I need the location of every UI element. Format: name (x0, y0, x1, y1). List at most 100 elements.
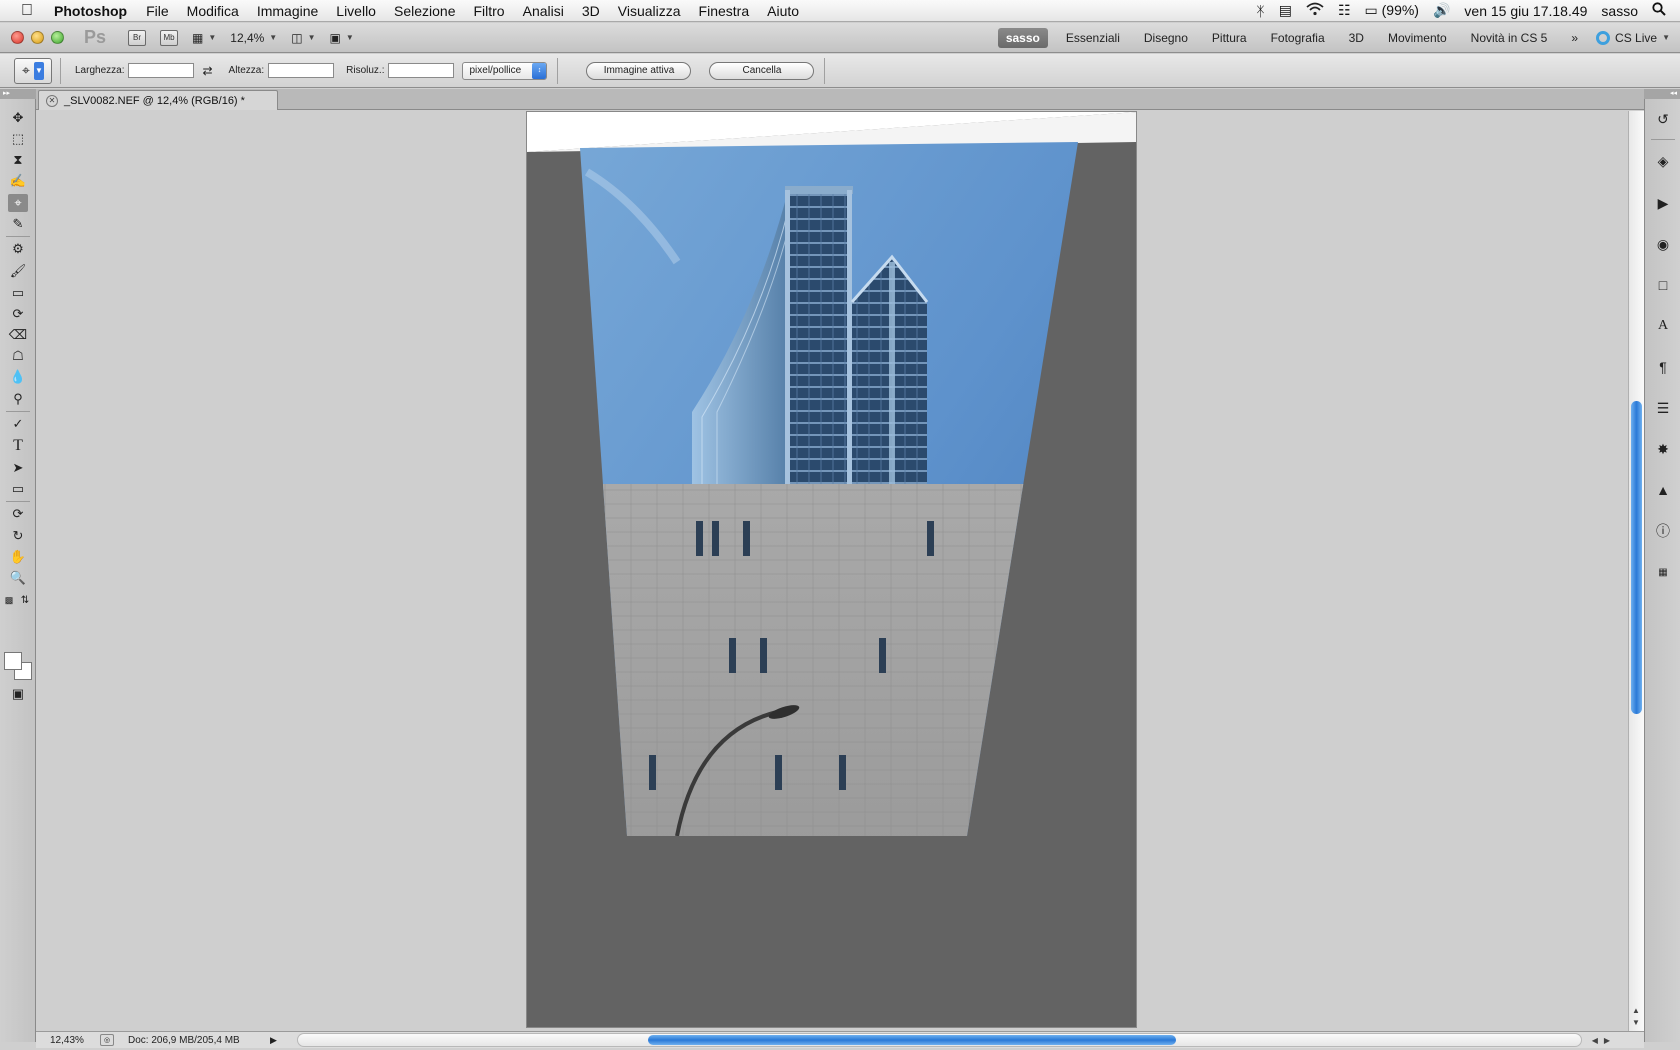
bluetooth-icon[interactable]: ᛡ (1256, 3, 1264, 19)
volume-icon[interactable]: 🔊 (1433, 2, 1450, 19)
menu-modifica[interactable]: Modifica (178, 3, 248, 19)
swap-dimensions-icon[interactable]: ⇄ (202, 64, 212, 78)
zoom-window-button[interactable] (51, 31, 64, 44)
canvas-area[interactable] (36, 111, 1628, 1031)
eyedropper-tool-icon[interactable]: ✎ (8, 215, 28, 233)
path-selection-tool-icon[interactable]: ➤ (8, 459, 28, 477)
front-image-button[interactable]: Immagine attiva (586, 61, 692, 80)
tool-preset-picker[interactable]: ⌖ ▼ (14, 57, 52, 84)
close-tab-icon[interactable]: ✕ (46, 94, 58, 107)
workspace-3d[interactable]: 3D (1337, 31, 1376, 45)
height-field[interactable] (268, 63, 335, 78)
hand-tool-icon[interactable]: ✋ (8, 548, 28, 566)
clear-button[interactable]: Cancella (709, 61, 815, 80)
width-field[interactable] (128, 63, 195, 78)
toolbox-collapse-handle[interactable]: ▸▸ (0, 89, 36, 99)
brush-tool-icon[interactable]: 🖌 (8, 262, 28, 280)
menu-analisi[interactable]: Analisi (514, 3, 573, 19)
default-colors-icon[interactable]: ▩ (2, 591, 16, 609)
workspace-pittura[interactable]: Pittura (1200, 31, 1259, 45)
layers-panel-icon[interactable]: ◈ (1653, 151, 1673, 171)
eraser-tool-icon[interactable]: ⌫ (8, 326, 28, 344)
vertical-scrollbar[interactable]: ▲ ▼ (1628, 111, 1644, 1031)
close-window-button[interactable] (11, 31, 24, 44)
minimize-window-button[interactable] (31, 31, 44, 44)
status-menu-arrow-icon[interactable]: ▶ (270, 1035, 277, 1046)
arrange-documents-dropdown[interactable]: ◫ ▼ (291, 31, 315, 45)
paths-panel-icon[interactable]: □ (1653, 275, 1673, 295)
more-workspaces-button[interactable]: » (1559, 31, 1590, 45)
menu-finestra[interactable]: Finestra (690, 3, 759, 19)
resolution-field[interactable] (388, 63, 455, 78)
crop-tool-icon[interactable]: ⌖ (8, 194, 28, 212)
horizontal-scroll-thumb[interactable] (647, 1035, 1176, 1045)
paragraph-panel-icon[interactable]: ¶ (1653, 357, 1673, 377)
horizontal-scrollbar[interactable] (296, 1033, 1582, 1047)
wifi-icon[interactable] (1306, 2, 1324, 19)
move-tool-icon[interactable]: ✥ (8, 109, 28, 127)
view-extras-dropdown[interactable]: ▦ ▼ (192, 31, 216, 45)
menu-3d[interactable]: 3D (573, 3, 609, 19)
quick-mask-icon[interactable]: ▣ (8, 685, 28, 703)
type-tool-icon[interactable]: T (8, 437, 28, 455)
display-icon[interactable]: ▤ (1279, 2, 1292, 19)
document-canvas[interactable] (526, 111, 1137, 1028)
menu-visualizza[interactable]: Visualizza (609, 3, 690, 19)
workspace-fotografia[interactable]: Fotografia (1259, 31, 1337, 45)
zoom-tool-icon[interactable]: 🔍 (8, 569, 28, 587)
apple-menu-icon[interactable]:  (0, 2, 54, 20)
quick-selection-tool-icon[interactable]: ✍ (8, 172, 28, 190)
histogram-panel-icon[interactable]: ▲ (1653, 480, 1673, 500)
document-tab[interactable]: ✕ _SLV0082.NEF @ 12,4% (RGB/16) * (38, 90, 278, 110)
menu-livello[interactable]: Livello (327, 3, 385, 19)
clone-stamp-tool-icon[interactable]: ▭ (8, 284, 28, 302)
channels-panel-icon[interactable]: ◉ (1653, 234, 1673, 254)
horizontal-scroll-arrows[interactable]: ◀▶ (1592, 1036, 1644, 1045)
workspace-novita-cs5[interactable]: Novità in CS 5 (1459, 31, 1560, 45)
vertical-scroll-thumb[interactable] (1631, 401, 1642, 714)
navigator-panel-icon[interactable]: ✸ (1653, 439, 1673, 459)
paint-bucket-tool-icon[interactable]: ☖ (8, 347, 28, 365)
history-panel-icon[interactable]: ↺ (1653, 109, 1673, 129)
workspace-essenziali[interactable]: Essenziali (1054, 31, 1132, 45)
battery-status[interactable]: ▭ (99%) (1365, 2, 1419, 19)
resolution-unit-select[interactable]: pixel/pollice ↕ (462, 61, 548, 80)
character-panel-icon[interactable]: A (1653, 316, 1673, 336)
foreground-color-swatch[interactable] (4, 652, 22, 670)
pen-tool-icon[interactable]: ✓ (8, 415, 28, 433)
workspace-sasso[interactable]: sasso (997, 27, 1048, 48)
dodge-tool-icon[interactable]: ⚲ (8, 390, 28, 408)
vertical-scroll-arrows[interactable]: ▲ ▼ (1632, 1005, 1640, 1029)
screen-mode-dropdown[interactable]: ▣ ▼ (329, 31, 353, 45)
3d-rotate-tool-icon[interactable]: ⟳ (8, 505, 28, 523)
menu-filtro[interactable]: Filtro (464, 3, 513, 19)
mini-bridge-panel-icon[interactable]: ▦ (1653, 562, 1673, 582)
status-zoom-field[interactable]: 12,43% (36, 1035, 96, 1046)
workspace-movimento[interactable]: Movimento (1376, 31, 1459, 45)
dock-collapse-handle[interactable]: ◂◂ (1644, 89, 1680, 99)
rectangle-tool-icon[interactable]: ▭ (8, 480, 28, 498)
info-panel-icon[interactable]: ⓘ (1653, 521, 1673, 541)
healing-brush-tool-icon[interactable]: ⚙ (8, 240, 28, 258)
launch-bridge-button[interactable]: Br (128, 29, 146, 46)
status-info-icon[interactable]: ◎ (100, 1034, 114, 1046)
user-menu[interactable]: sasso (1601, 3, 1638, 19)
spotlight-icon[interactable] (1652, 2, 1666, 19)
history-brush-tool-icon[interactable]: ⟳ (8, 305, 28, 323)
menu-file[interactable]: File (137, 3, 178, 19)
calendar-icon[interactable]: ☷ (1338, 2, 1351, 19)
launch-minibridge-button[interactable]: Mb (160, 29, 178, 46)
clone-source-panel-icon[interactable]: ☰ (1653, 398, 1673, 418)
menu-aiuto[interactable]: Aiuto (758, 3, 808, 19)
zoom-level-dropdown[interactable]: 12,4% ▼ (230, 31, 277, 45)
blur-tool-icon[interactable]: 💧 (8, 368, 28, 386)
workspace-disegno[interactable]: Disegno (1132, 31, 1200, 45)
app-menu[interactable]: Photoshop (54, 3, 137, 19)
menu-immagine[interactable]: Immagine (248, 3, 327, 19)
cs-live-button[interactable]: CS Live ▼ (1590, 30, 1680, 45)
clock[interactable]: ven 15 giu 17.18.49 (1464, 3, 1587, 19)
menu-selezione[interactable]: Selezione (385, 3, 465, 19)
3d-orbit-tool-icon[interactable]: ↻ (8, 527, 28, 545)
marquee-tool-icon[interactable]: ⬚ (8, 130, 28, 148)
animation-panel-icon[interactable]: ▶ (1653, 193, 1673, 213)
